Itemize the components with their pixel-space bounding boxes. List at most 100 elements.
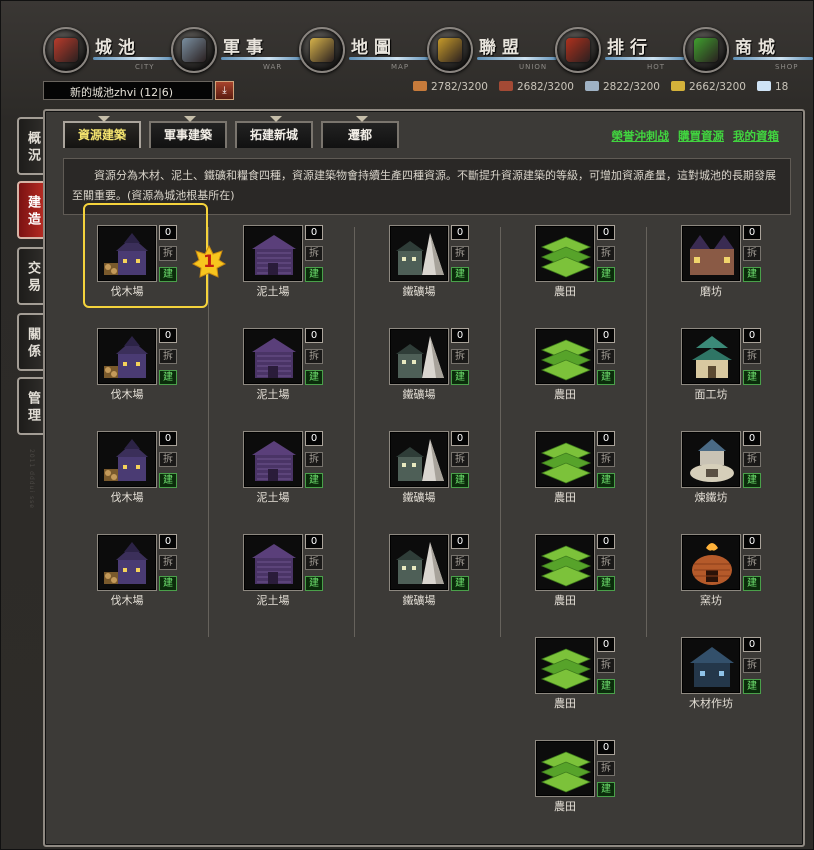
building-card-iron[interactable]: 0 拆建鐵礦場 [389,328,469,408]
side-tab-3[interactable]: 關係 [17,313,43,371]
demolish-button[interactable]: 拆 [451,246,469,261]
demolish-button[interactable]: 拆 [159,452,177,467]
build-button[interactable]: 建 [159,576,177,591]
demolish-button[interactable]: 拆 [305,246,323,261]
demolish-button[interactable]: 拆 [597,349,615,364]
nav-union[interactable]: 聯盟 UNION [427,27,557,77]
building-thumbnail[interactable] [681,431,741,488]
build-button[interactable]: 建 [597,370,615,385]
building-thumbnail[interactable] [681,637,741,694]
demolish-button[interactable]: 拆 [597,452,615,467]
building-card-iron[interactable]: 0 拆建鐵礦場 [389,534,469,614]
demolish-button[interactable]: 拆 [305,452,323,467]
link-2[interactable]: 我的資箱 [733,128,779,144]
link-1[interactable]: 購買資源 [678,128,724,144]
build-button[interactable]: 建 [305,576,323,591]
building-card-mill[interactable]: 0 拆建磨坊 [681,225,761,305]
building-thumbnail[interactable] [389,225,449,282]
demolish-button[interactable]: 拆 [597,761,615,776]
building-thumbnail[interactable] [243,431,303,488]
building-card-pagoda[interactable]: 0 拆建面工坊 [681,328,761,408]
building-thumbnail[interactable] [97,431,157,488]
demolish-button[interactable]: 拆 [743,555,761,570]
build-button[interactable]: 建 [743,370,761,385]
build-button[interactable]: 建 [451,576,469,591]
demolish-button[interactable]: 拆 [305,349,323,364]
demolish-button[interactable]: 拆 [305,555,323,570]
building-card-clay[interactable]: 0 拆建泥土場 [243,225,323,305]
side-tab-0[interactable]: 概況 [17,117,43,175]
demolish-button[interactable]: 拆 [159,349,177,364]
building-card-farm[interactable]: 0 拆建農田 [535,534,615,614]
build-button[interactable]: 建 [451,267,469,282]
nav-city[interactable]: 城池 CITY [43,27,173,77]
nav-war[interactable]: 軍事 WAR [171,27,301,77]
building-thumbnail[interactable] [243,534,303,591]
city-select[interactable]: 新的城池zhvi (12|6) [43,81,213,100]
building-thumbnail[interactable] [97,328,157,385]
building-card-farm[interactable]: 0 拆建農田 [535,225,615,305]
build-button[interactable]: 建 [305,473,323,488]
building-thumbnail[interactable] [243,225,303,282]
build-button[interactable]: 建 [451,370,469,385]
nav-shop[interactable]: 商城 SHOP [683,27,813,77]
build-button[interactable]: 建 [743,267,761,282]
side-tab-4[interactable]: 管理 [17,377,43,435]
building-thumbnail[interactable] [535,534,595,591]
tab-1[interactable]: 軍事建築 [149,116,227,148]
building-thumbnail[interactable] [681,328,741,385]
build-button[interactable]: 建 [305,370,323,385]
demolish-button[interactable]: 拆 [597,246,615,261]
build-button[interactable]: 建 [743,679,761,694]
build-button[interactable]: 建 [159,370,177,385]
tab-0[interactable]: 資源建築 [63,116,141,148]
demolish-button[interactable]: 拆 [597,658,615,673]
building-card-clay[interactable]: 0 拆建泥土場 [243,431,323,511]
demolish-button[interactable]: 拆 [597,555,615,570]
building-thumbnail[interactable] [535,225,595,282]
building-thumbnail[interactable] [535,740,595,797]
building-thumbnail[interactable] [389,534,449,591]
building-thumbnail[interactable] [681,534,741,591]
build-button[interactable]: 建 [597,782,615,797]
building-card-farm[interactable]: 0 拆建農田 [535,328,615,408]
building-thumbnail[interactable] [681,225,741,282]
building-card-lumber[interactable]: 0 拆建伐木場 [97,328,177,408]
building-card-farm[interactable]: 0 拆建農田 [535,740,615,820]
build-button[interactable]: 建 [159,473,177,488]
building-card-clay[interactable]: 0 拆建泥土場 [243,534,323,614]
city-download-button[interactable]: ⤓ [215,81,234,100]
building-card-farm[interactable]: 0 拆建農田 [535,637,615,717]
demolish-button[interactable]: 拆 [743,452,761,467]
building-card-iron[interactable]: 0 拆建鐵礦場 [389,225,469,305]
building-card-farm[interactable]: 0 拆建農田 [535,431,615,511]
demolish-button[interactable]: 拆 [159,555,177,570]
build-button[interactable]: 建 [597,576,615,591]
building-thumbnail[interactable] [535,637,595,694]
building-card-clay[interactable]: 0 拆建泥土場 [243,328,323,408]
building-thumbnail[interactable] [535,328,595,385]
tab-3[interactable]: 遷都 [321,116,399,148]
building-card-iron[interactable]: 0 拆建鐵礦場 [389,431,469,511]
demolish-button[interactable]: 拆 [451,555,469,570]
nav-hot[interactable]: 排行 HOT [555,27,685,77]
tab-2[interactable]: 拓建新城 [235,116,313,148]
build-button[interactable]: 建 [451,473,469,488]
building-thumbnail[interactable] [243,328,303,385]
demolish-button[interactable]: 拆 [451,349,469,364]
build-button[interactable]: 建 [305,267,323,282]
demolish-button[interactable]: 拆 [743,246,761,261]
building-thumbnail[interactable] [389,431,449,488]
build-button[interactable]: 建 [743,576,761,591]
nav-map[interactable]: 地圖 MAP [299,27,429,77]
build-button[interactable]: 建 [597,473,615,488]
building-thumbnail[interactable] [535,431,595,488]
building-card-lumber[interactable]: 0 拆建伐木場 [97,534,177,614]
demolish-button[interactable]: 拆 [743,658,761,673]
link-0[interactable]: 榮誉沖刺战 [612,128,670,144]
demolish-button[interactable]: 拆 [451,452,469,467]
building-thumbnail[interactable] [389,328,449,385]
building-thumbnail[interactable] [97,534,157,591]
side-tab-1[interactable]: 建造 [17,181,43,239]
building-card-kiln[interactable]: 0 拆建窯坊 [681,534,761,614]
